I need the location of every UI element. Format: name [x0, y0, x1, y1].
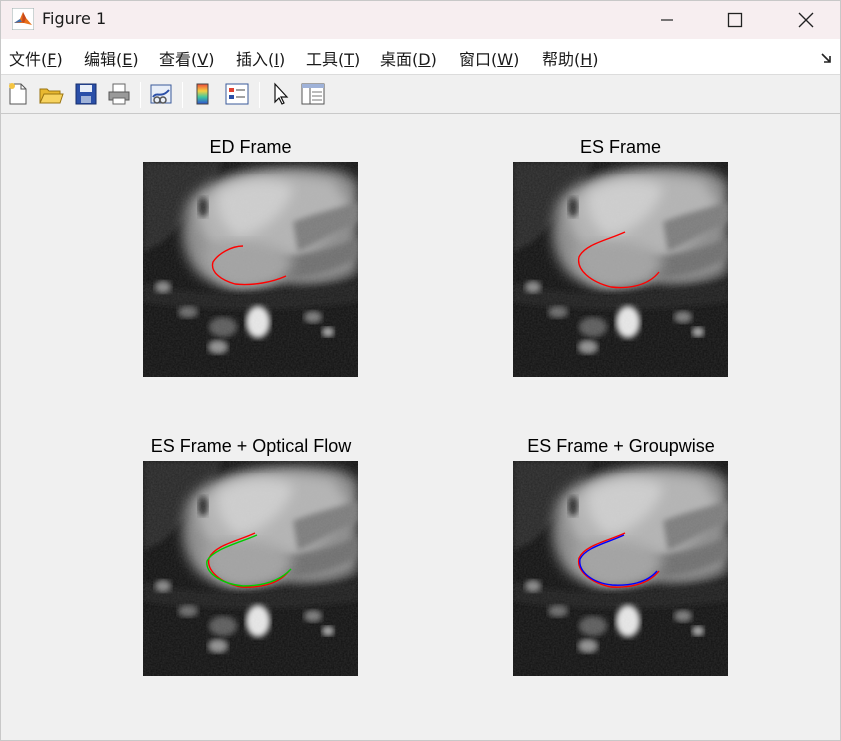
save-icon[interactable] [73, 81, 99, 107]
mri-image-optical-flow [143, 461, 358, 676]
mri-image-groupwise [513, 461, 728, 676]
minimize-button[interactable] [632, 1, 702, 39]
link-plot-icon[interactable] [148, 81, 174, 107]
toolbar-separator [259, 82, 260, 108]
close-icon [798, 12, 814, 28]
matlab-logo-icon [12, 8, 34, 30]
menu-bar: 文件(F) 编辑(E) 查看(V) 插入(I) 工具(T) 桌面(D) 窗口(W… [1, 39, 840, 74]
menu-view[interactable]: 查看(V) [159, 46, 214, 70]
plot-title-ed-frame: ED Frame [209, 137, 292, 157]
dock-arrow-icon[interactable] [820, 51, 834, 65]
title-bar: Figure 1 [1, 1, 840, 39]
plot-title-es-frame: ES Frame [579, 137, 662, 157]
minimize-icon [661, 19, 673, 21]
menu-tools[interactable]: 工具(T) [306, 46, 360, 70]
toolbar-separator [140, 82, 141, 108]
menu-edit[interactable]: 编辑(E) [84, 46, 139, 70]
plot-title-optical-flow: ES Frame + Optical Flow [150, 436, 352, 456]
plot-title-groupwise: ES Frame + Groupwise [527, 436, 715, 456]
pointer-icon[interactable] [268, 81, 294, 107]
close-button[interactable] [771, 1, 841, 39]
window-title: Figure 1 [42, 9, 107, 28]
property-inspector-icon[interactable] [300, 81, 326, 107]
open-file-icon[interactable] [38, 81, 64, 107]
toolbar-separator [182, 82, 183, 108]
colorbar-icon[interactable] [190, 81, 216, 107]
new-figure-icon[interactable] [5, 81, 31, 107]
menu-help[interactable]: 帮助(H) [542, 46, 599, 70]
print-icon[interactable] [106, 81, 132, 107]
menu-file[interactable]: 文件(F) [9, 46, 63, 70]
mri-image-ed-frame [143, 162, 358, 377]
legend-icon[interactable] [224, 81, 250, 107]
toolbar [1, 74, 840, 114]
figure-window: Figure 1 文件(F) 编辑(E) 查看(V) 插入(I) 工具(T) 桌… [0, 0, 841, 741]
menu-window[interactable]: 窗口(W) [459, 46, 519, 70]
maximize-button[interactable] [700, 1, 770, 39]
mri-image-es-frame [513, 162, 728, 377]
menu-desktop[interactable]: 桌面(D) [380, 46, 437, 70]
menu-insert[interactable]: 插入(I) [236, 46, 285, 70]
maximize-icon [727, 12, 743, 28]
